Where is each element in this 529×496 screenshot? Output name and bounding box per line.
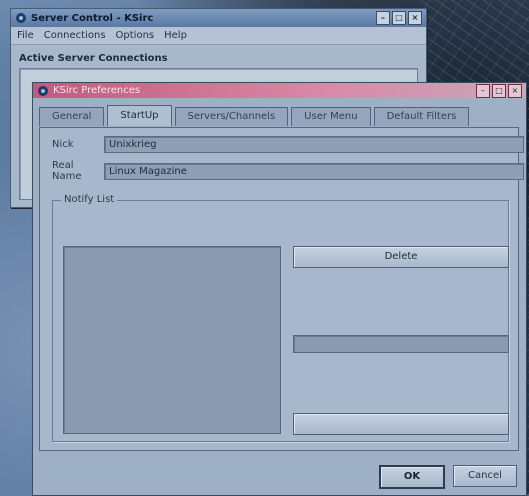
close-icon[interactable]: ×: [408, 11, 422, 25]
nick-label: Nick: [52, 139, 74, 150]
realname-label: Real Name: [52, 160, 82, 182]
tab-user-menu[interactable]: User Menu: [291, 107, 371, 126]
prefs-titlebar[interactable]: KSirc Preferences – □ ×: [33, 83, 526, 98]
app-icon[interactable]: [37, 85, 49, 97]
close-icon[interactable]: ×: [508, 83, 522, 98]
delete-button-label: Delete: [384, 251, 418, 262]
tab-general[interactable]: General: [39, 107, 105, 126]
realname-row: Real Name Linux Magazine: [52, 160, 524, 182]
realname-field[interactable]: Linux Magazine: [104, 162, 524, 180]
menu-options[interactable]: Options: [116, 30, 155, 41]
menu-connections[interactable]: Connections: [44, 30, 106, 41]
tab-servers-channels[interactable]: Servers/Channels: [174, 107, 289, 126]
cancel-button[interactable]: Cancel: [453, 465, 517, 487]
notify-listbox[interactable]: [63, 246, 281, 434]
server-window-menubar: File Connections Options Help: [11, 27, 426, 45]
notify-nick-input[interactable]: [293, 335, 509, 353]
ok-button-label: OK: [403, 471, 421, 482]
minimize-icon[interactable]: –: [476, 83, 490, 98]
server-window-titlebar[interactable]: Server Control - KSirc – □ ×: [11, 9, 426, 27]
app-icon[interactable]: [15, 12, 27, 24]
maximize-icon[interactable]: □: [492, 83, 506, 98]
ok-button[interactable]: OK: [379, 465, 445, 489]
nick-row: Nick Unixkrieg: [52, 136, 524, 153]
cancel-button-label: Cancel: [468, 470, 502, 481]
notify-list-groupbox: Notify List Delete: [52, 194, 509, 442]
preferences-dialog[interactable]: KSirc Preferences – □ × General StartUp …: [32, 82, 527, 496]
startup-tab-panel: Nick Unixkrieg Real Name Linux Magazine …: [39, 127, 524, 451]
add-button[interactable]: [293, 413, 509, 435]
minimize-icon[interactable]: –: [376, 11, 390, 25]
prefs-tabbar: General StartUp Servers/Channels User Me…: [39, 105, 470, 127]
menu-file[interactable]: File: [17, 30, 34, 41]
prefs-title: KSirc Preferences: [53, 85, 141, 96]
maximize-icon[interactable]: □: [392, 11, 406, 25]
delete-button[interactable]: Delete: [293, 246, 509, 268]
menu-help[interactable]: Help: [164, 30, 187, 41]
notify-list-title: Notify List: [61, 194, 118, 205]
tab-default-filters[interactable]: Default Filters: [373, 107, 470, 126]
active-connections-label: Active Server Connections: [19, 53, 168, 64]
server-window-title: Server Control - KSirc: [31, 12, 154, 24]
nick-field[interactable]: Unixkrieg: [104, 136, 524, 153]
tab-startup[interactable]: StartUp: [107, 105, 172, 126]
